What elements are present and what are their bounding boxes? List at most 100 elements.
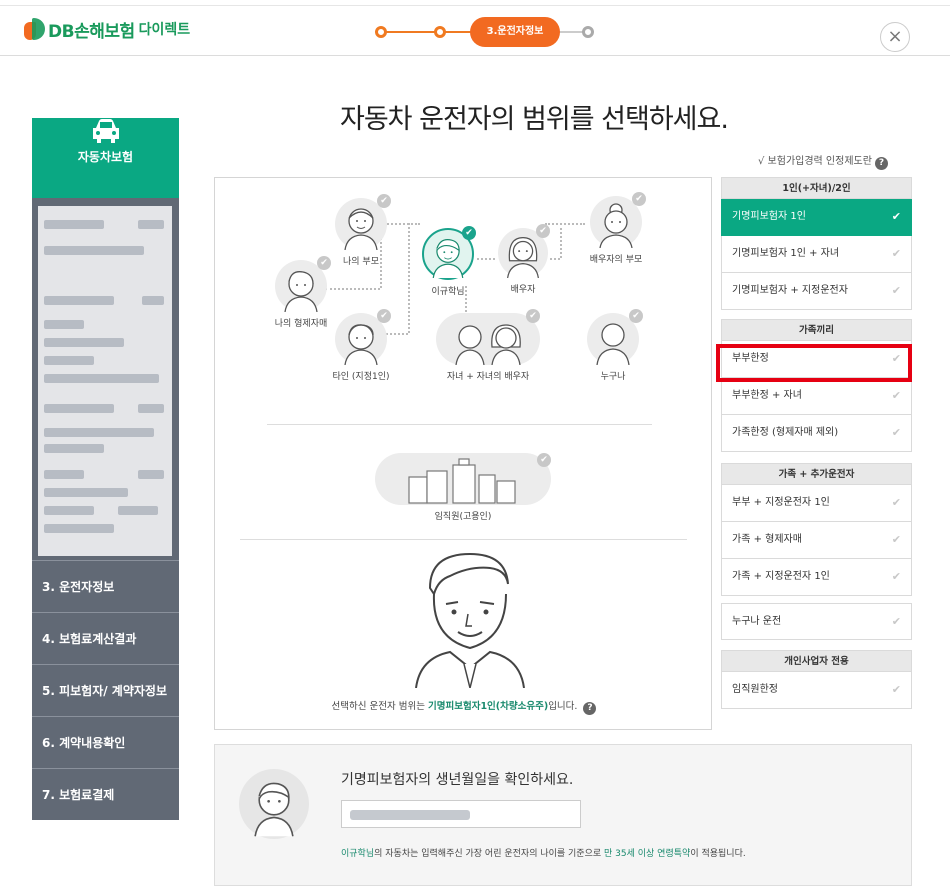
- sidebar-item-insured-info[interactable]: 5. 피보험자/ 계약자정보: [32, 664, 179, 716]
- check-icon-selected: ✔: [462, 226, 476, 240]
- note-suffix: 입니다.: [548, 701, 578, 712]
- check-icon: ✔: [317, 256, 331, 270]
- check-icon: ✔: [891, 426, 901, 439]
- check-icon: ✔: [891, 284, 901, 297]
- page-title: 자동차 운전자의 범위를 선택하세요.: [340, 104, 729, 135]
- brand-name: DB손해보험: [48, 21, 135, 42]
- option-couple-designated[interactable]: 부부 + 지정운전자 1인 ✔: [721, 485, 912, 522]
- check-icon: ✔: [891, 533, 901, 546]
- group-header: 가족 + 추가운전자: [721, 463, 912, 485]
- check-icon: ✔: [891, 615, 901, 628]
- man-icon: [254, 782, 294, 837]
- divider: [267, 424, 652, 425]
- label-spouse: 배우자: [510, 285, 536, 295]
- children-icon: [455, 324, 521, 365]
- group-header: 가족끼리: [721, 319, 912, 341]
- avatar: [239, 769, 309, 839]
- check-icon: ✔: [629, 309, 643, 323]
- brand-logo[interactable]: DB손해보험 다이렉트: [24, 16, 190, 42]
- option-family-designated[interactable]: 가족 + 지정운전자 1인 ✔: [721, 559, 912, 596]
- highlight-box: [716, 344, 912, 382]
- option-insured-only[interactable]: 기명피보험자 1인 ✔: [721, 199, 912, 236]
- check-icon: ✔: [537, 453, 551, 467]
- option-spouse[interactable]: ✔ 배우자: [493, 224, 553, 295]
- group-header: 개인사업자 전용: [721, 650, 912, 672]
- step-active-badge: 3.운전자정보: [470, 17, 560, 47]
- note-prefix: 선택하신 운전자 범위는: [331, 701, 425, 712]
- divider: [240, 539, 687, 540]
- option-group-1: 1인(+자녀)/2인 기명피보험자 1인 ✔ 기명피보험자 1인 + 자녀 ✔ 기명…: [721, 177, 912, 310]
- note-selected-range: 기명피보험자1인(차량소유주): [428, 701, 549, 712]
- step-line-done: [379, 31, 479, 33]
- note-age-rider: 만 35세 이상 연령특약: [604, 849, 691, 859]
- check-icon: ✔: [536, 224, 550, 238]
- check-icon: ✔: [377, 194, 391, 208]
- label-insured: 이규학님: [431, 287, 465, 297]
- logo-icon: [24, 16, 46, 42]
- label-other: 타인 (지정1인): [332, 372, 390, 382]
- option-insured[interactable]: ✔ 이규학님: [420, 226, 476, 297]
- birthday-confirm-panel: 기명피보험자의 생년월일을 확인하세요. 이규학님의 자동차는 입력해주신 가장…: [214, 744, 912, 886]
- sidebar: 자동차보험 3. 운전자정보 4. 보험료계산결과 5. 피보험자/ 계약자정보: [32, 104, 179, 820]
- driver-range-diagram: ✔ 나의 부모 ✔ 이규학님 ✔ 배우자 ✔ 배우자의 부모 ✔ 나의 형제자매…: [214, 177, 712, 730]
- option-couple-and-children[interactable]: 부부한정 + 자녀 ✔: [721, 378, 912, 415]
- sidebar-active-label: 자동차보험: [77, 150, 134, 164]
- label-spouse-parents: 배우자의 부모: [589, 255, 643, 265]
- check-icon: ✔: [891, 210, 901, 223]
- check-icon: ✔: [891, 683, 901, 696]
- birthday-title: 기명피보험자의 생년월일을 확인하세요.: [341, 772, 574, 788]
- close-button[interactable]: ×: [880, 22, 910, 52]
- check-icon: ✔: [891, 247, 901, 260]
- option-other[interactable]: ✔ 타인 (지정1인): [325, 309, 397, 382]
- car-icon: [92, 119, 119, 143]
- option-anyone[interactable]: ✔ 누구나: [583, 309, 643, 382]
- building-icon: [408, 458, 516, 504]
- driver-illustration: [415, 552, 525, 688]
- option-family-only[interactable]: 가족한정 (형제자매 제외) ✔: [721, 415, 912, 452]
- step-dot-2: [434, 26, 446, 38]
- option-family-siblings[interactable]: 가족 + 형제자매 ✔: [721, 522, 912, 559]
- step-progress: 3.운전자정보: [373, 17, 603, 47]
- link-line: [408, 223, 410, 333]
- check-icon: ✔: [891, 389, 901, 402]
- option-insured-and-designated[interactable]: 기명피보험자 + 지정운전자 ✔: [721, 273, 912, 310]
- label-employees: 임직원(고용인): [434, 512, 492, 522]
- sidebar-item-driver-info[interactable]: 3. 운전자정보: [32, 560, 179, 612]
- help-icon[interactable]: ?: [583, 702, 597, 715]
- check-icon: ✔: [526, 309, 540, 323]
- header: DB손해보험 다이렉트 3.운전자정보 ×: [0, 6, 950, 56]
- check-icon: ✔: [377, 309, 391, 323]
- note-middle: 의 자동차는 입력해주신 가장 어린 운전자의 나이를 기준으로: [374, 849, 602, 859]
- option-insured-and-children[interactable]: 기명피보험자 1인 + 자녀 ✔: [721, 236, 912, 273]
- group-header: 1인(+자녀)/2인: [721, 177, 912, 199]
- check-icon: ✔: [632, 192, 646, 206]
- note-end: 이 적용됩니다.: [690, 849, 746, 859]
- note-name: 이규학님: [341, 849, 375, 859]
- career-info-text: √ 보험가입경력 인정제도란: [758, 156, 872, 167]
- help-icon: ?: [874, 157, 888, 170]
- sidebar-item-auto-insurance[interactable]: 자동차보험: [32, 118, 179, 198]
- option-group-anyone: 누구나 운전 ✔: [721, 603, 912, 640]
- age-rider-note: 이규학님의 자동차는 입력해주신 가장 어린 운전자의 나이를 기준으로 만 3…: [341, 846, 746, 859]
- option-employees[interactable]: ✔ 임직원(고용인): [375, 453, 551, 522]
- sidebar-item-contract-review[interactable]: 6. 계약내용확인: [32, 716, 179, 768]
- check-icon: ✔: [891, 570, 901, 583]
- check-icon: ✔: [891, 496, 901, 509]
- label-anyone: 누구나: [600, 372, 626, 382]
- option-group-4: 개인사업자 전용 임직원한정 ✔: [721, 650, 912, 709]
- option-group-3: 가족 + 추가운전자 부부 + 지정운전자 1인 ✔ 가족 + 형제자매 ✔ 가족 …: [721, 463, 912, 596]
- label-children: 자녀 + 자녀의 배우자: [446, 372, 530, 382]
- option-children[interactable]: ✔ 자녀 + 자녀의 배우자: [433, 309, 543, 382]
- option-spouse-parents[interactable]: ✔ 배우자의 부모: [580, 192, 652, 265]
- brand-sub: 다이렉트: [138, 22, 191, 38]
- label-my-parents: 나의 부모: [343, 257, 379, 267]
- career-info-link[interactable]: √ 보험가입경력 인정제도란?: [758, 152, 888, 170]
- option-employees-only[interactable]: 임직원한정 ✔: [721, 672, 912, 709]
- sidebar-item-payment[interactable]: 7. 보험료결제: [32, 768, 179, 820]
- option-my-parents[interactable]: ✔ 나의 부모: [327, 194, 395, 267]
- sidebar-item-premium-result[interactable]: 4. 보험료계산결과: [32, 612, 179, 664]
- option-group-2: 가족끼리 부부한정 ✔ 부부한정 + 자녀 ✔ 가족한정 (형제자매 제외) ✔: [721, 319, 912, 452]
- link-line: [560, 223, 562, 258]
- birthdate-input[interactable]: [341, 800, 581, 828]
- option-anyone-drive[interactable]: 누구나 운전 ✔: [721, 603, 912, 640]
